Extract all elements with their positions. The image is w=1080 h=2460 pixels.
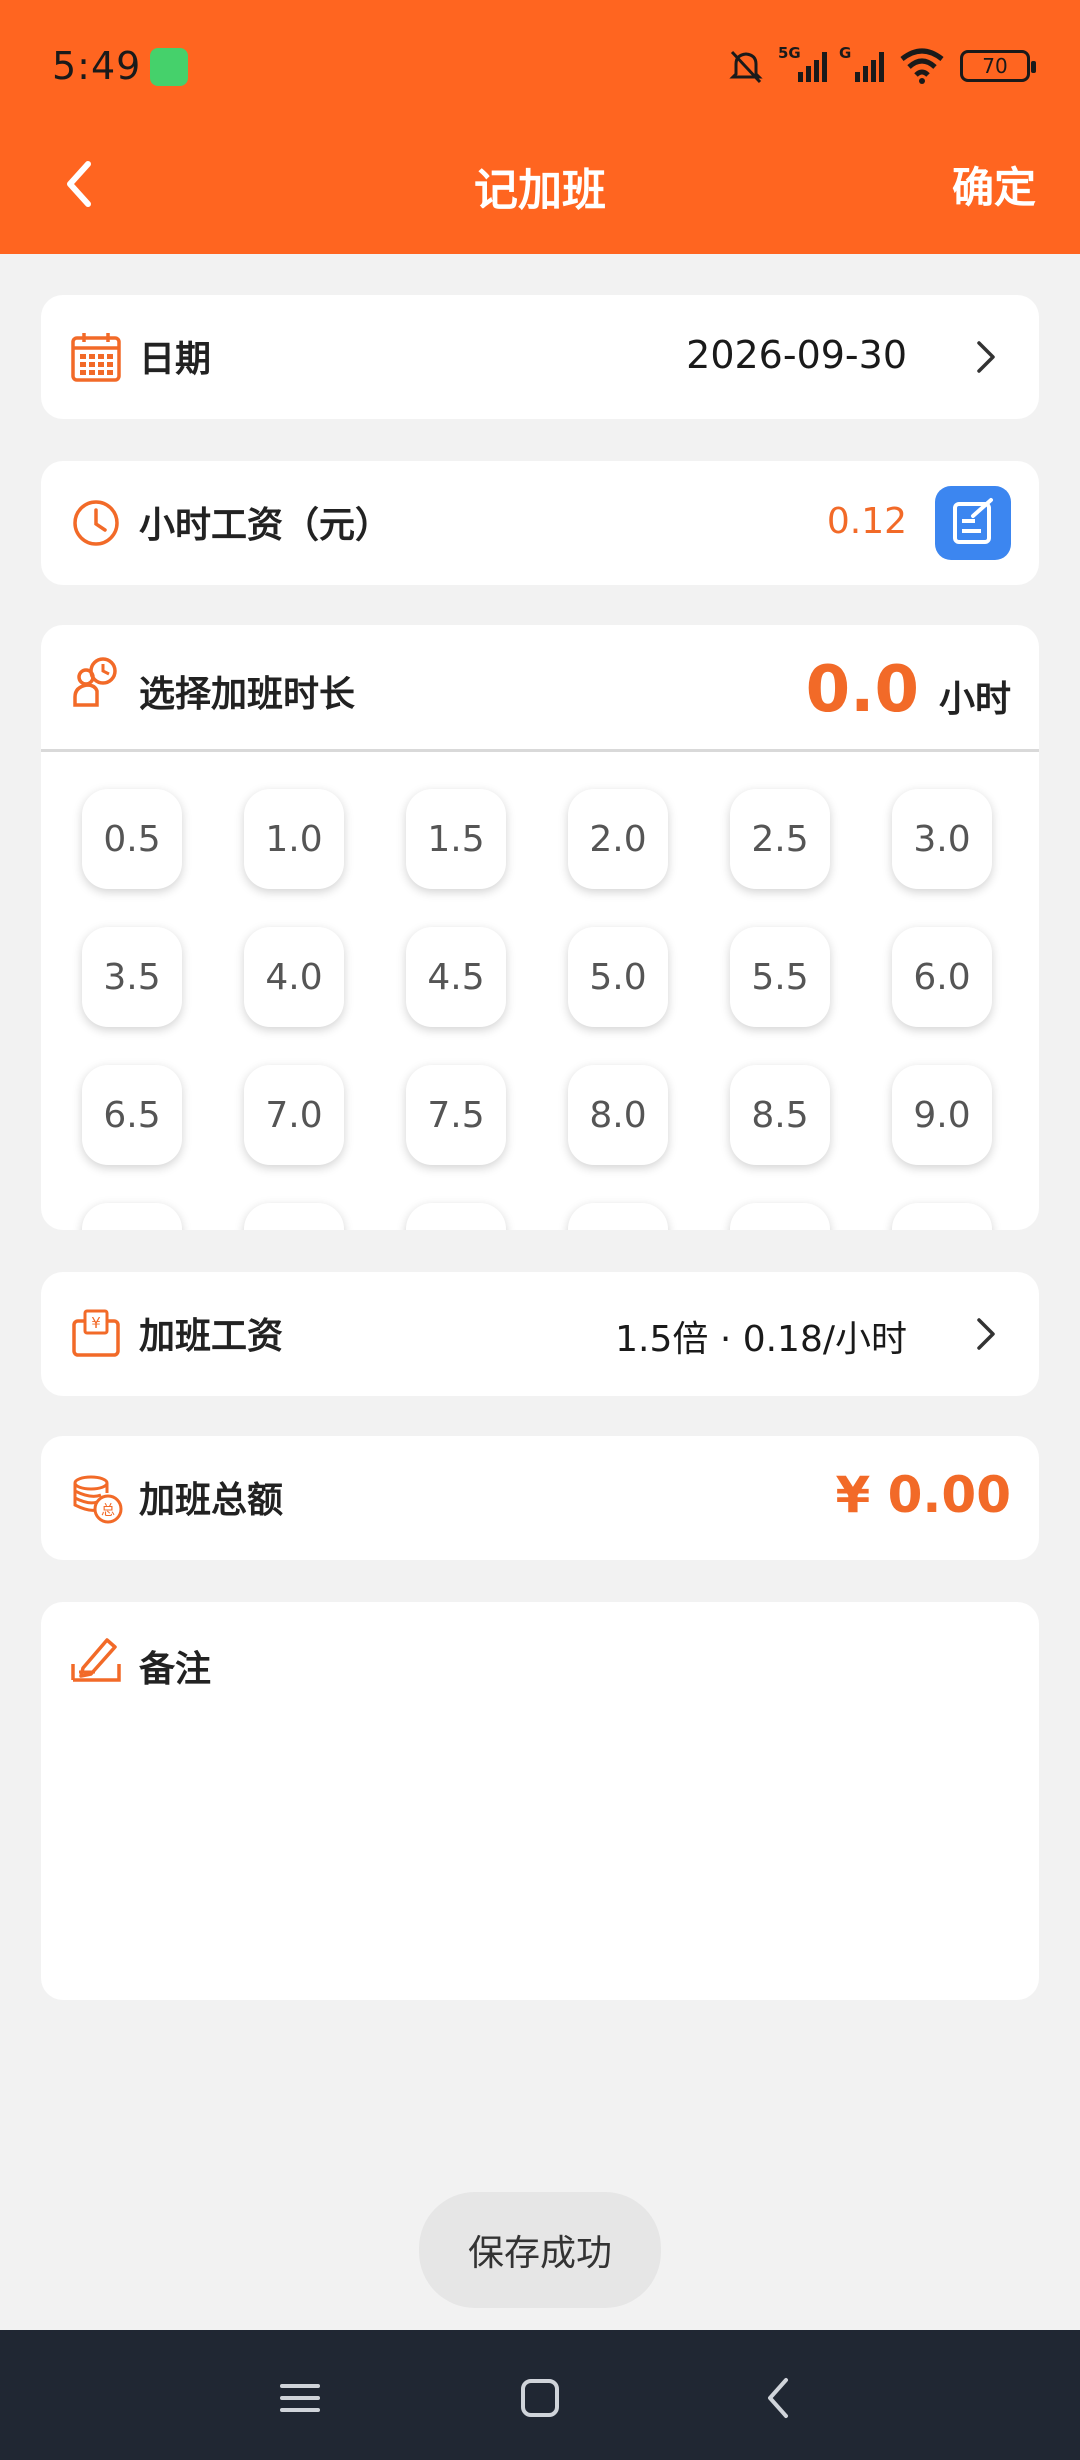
duration-option[interactable]: 8.0 (568, 1065, 668, 1165)
top-bar: 5:49 5G G 70 记加班 确定 (0, 0, 1080, 254)
confirm-button[interactable]: 确定 (952, 154, 1036, 215)
header: 记加班 确定 (0, 134, 1080, 254)
duration-option[interactable]: 4.0 (244, 927, 344, 1027)
hourly-wage-label: 小时工资（元） (139, 505, 392, 546)
hourly-wage-row: 小时工资（元） 0.12 (41, 461, 1039, 585)
clock-icon (73, 500, 119, 546)
svg-text:总: 总 (101, 1503, 115, 1519)
signal-g-icon: G (839, 44, 884, 82)
chevron-right-icon (977, 1318, 995, 1350)
total-amount-label: 加班总额 (139, 1480, 284, 1521)
date-value: 2026-09-30 (686, 333, 907, 377)
total-amount-row: 总 加班总额 ¥ 0.00 (41, 1436, 1039, 1560)
status-icons: 5G G 70 (726, 44, 1036, 88)
status-time: 5:49 (52, 44, 142, 88)
signal-5g-icon: 5G (778, 44, 827, 82)
coins-icon: 总 (73, 1475, 123, 1524)
pen-note-icon (71, 1638, 121, 1682)
duration-total: 0.0 小时 (806, 653, 1011, 727)
duration-option[interactable]: 5.5 (730, 927, 830, 1027)
menu-icon[interactable] (270, 2368, 330, 2428)
battery-level: 70 (982, 54, 1008, 78)
overtime-pay-row[interactable]: ¥ 加班工资 1.5倍 · 0.18/小时 (41, 1272, 1039, 1396)
date-label: 日期 (139, 339, 212, 380)
mute-bell-icon (729, 50, 763, 84)
duration-value: 0.0 (805, 653, 919, 727)
duration-card: 选择加班时长 0.0 小时 0.5 1.0 1.5 2.0 2.5 3.0 3.5 4.0 4.… (41, 625, 1039, 1230)
duration-option[interactable]: 2.5 (730, 789, 830, 889)
duration-unit: 小时 (938, 679, 1011, 720)
duration-option[interactable]: 0.5 (82, 789, 182, 889)
duration-option[interactable]: 4.5 (406, 927, 506, 1027)
divider (41, 749, 1039, 752)
overtime-pay-value: 1.5倍 · 0.18/小时 (615, 1319, 907, 1360)
status-bar: 5:49 5G G 70 (0, 0, 1080, 134)
note-card: 备注 (41, 1602, 1039, 2000)
edit-icon (953, 498, 993, 544)
duration-option[interactable]: 6.5 (82, 1065, 182, 1165)
hourly-wage-value: 0.12 (826, 501, 907, 542)
duration-option[interactable]: 3.0 (892, 789, 992, 889)
system-navigation-bar (0, 2330, 1080, 2460)
home-icon[interactable] (510, 2368, 570, 2428)
duration-option[interactable] (730, 1203, 830, 1230)
calendar-icon (71, 333, 121, 382)
toast-message: 保存成功 (419, 2192, 661, 2308)
duration-option[interactable] (568, 1203, 668, 1230)
page-title: 记加班 (474, 165, 606, 216)
android-notification-icon (150, 48, 188, 86)
duration-option[interactable]: 5.0 (568, 927, 668, 1027)
note-label: 备注 (139, 1649, 212, 1690)
duration-option[interactable]: 7.5 (406, 1065, 506, 1165)
duration-option[interactable]: 2.0 (568, 789, 668, 889)
wifi-icon (900, 48, 944, 84)
date-row[interactable]: 日期 2026-09-30 (41, 295, 1039, 419)
total-amount-value: ¥ 0.00 (835, 1466, 1011, 1524)
yen-box-icon: ¥ (72, 1309, 120, 1357)
duration-option[interactable]: 9.0 (892, 1065, 992, 1165)
duration-option[interactable]: 6.0 (892, 927, 992, 1027)
svg-text:¥: ¥ (91, 1314, 101, 1332)
duration-option[interactable]: 8.5 (730, 1065, 830, 1165)
duration-label: 选择加班时长 (139, 674, 356, 715)
duration-option[interactable] (82, 1203, 182, 1230)
edit-wage-button[interactable] (935, 486, 1011, 560)
battery-icon: 70 (960, 50, 1036, 82)
back-icon[interactable] (750, 2368, 810, 2428)
duration-option[interactable] (892, 1203, 992, 1230)
overtime-pay-label: 加班工资 (139, 1316, 284, 1357)
note-input[interactable] (139, 1712, 1009, 1970)
duration-option[interactable]: 1.5 (406, 789, 506, 889)
worker-clock-icon (73, 657, 117, 707)
chevron-right-icon (977, 341, 995, 373)
duration-option[interactable]: 7.0 (244, 1065, 344, 1165)
duration-option[interactable]: 1.0 (244, 789, 344, 889)
duration-option[interactable] (244, 1203, 344, 1230)
duration-option[interactable]: 3.5 (82, 927, 182, 1027)
duration-option[interactable] (406, 1203, 506, 1230)
